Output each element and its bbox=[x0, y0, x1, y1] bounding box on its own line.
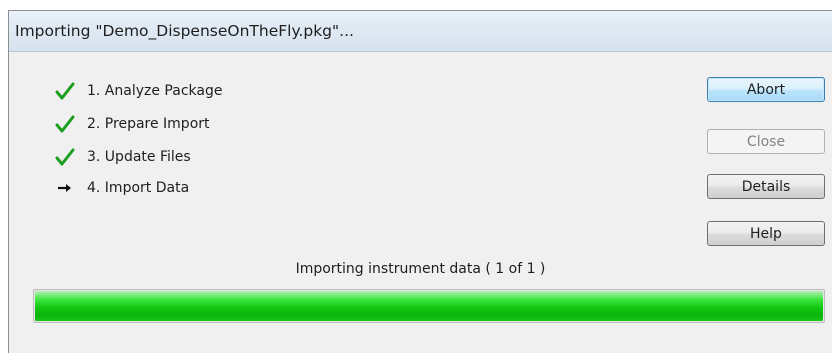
step-prepare-import: 2. Prepare Import bbox=[55, 113, 210, 135]
details-button[interactable]: Details bbox=[707, 174, 825, 199]
progress-fill bbox=[35, 291, 823, 321]
status-text: Importing instrument data ( 1 of 1 ) bbox=[295, 261, 546, 277]
step-label: 3. Update Files bbox=[87, 149, 191, 165]
step-import-data: 4. Import Data bbox=[55, 177, 189, 199]
step-label: 2. Prepare Import bbox=[87, 116, 210, 132]
import-dialog: Importing "Demo_DispenseOnTheFly.pkg"...… bbox=[8, 10, 832, 353]
step-analyze-package: 1. Analyze Package bbox=[55, 80, 222, 102]
step-label: 4. Import Data bbox=[87, 180, 190, 196]
step-update-files: 3. Update Files bbox=[55, 146, 191, 168]
step-label: 1. Analyze Package bbox=[87, 83, 223, 99]
progress-bar bbox=[33, 289, 825, 323]
close-button[interactable]: Close bbox=[707, 129, 825, 154]
abort-button[interactable]: Abort bbox=[707, 77, 825, 102]
help-button[interactable]: Help bbox=[707, 221, 825, 246]
check-icon bbox=[55, 81, 75, 101]
check-icon bbox=[55, 147, 75, 167]
window-title: Importing "Demo_DispenseOnTheFly.pkg"... bbox=[15, 22, 354, 40]
check-icon bbox=[55, 114, 75, 134]
title-bar: Importing "Demo_DispenseOnTheFly.pkg"... bbox=[9, 11, 832, 52]
arrow-right-icon bbox=[55, 178, 75, 198]
